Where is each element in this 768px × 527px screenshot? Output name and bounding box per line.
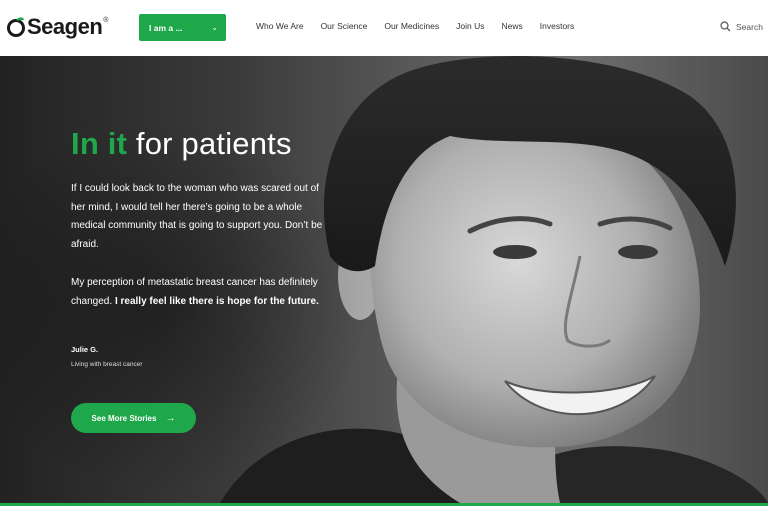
i-am-a-dropdown[interactable]: I am a ... ⌄: [139, 14, 226, 41]
site-header: Seagen ® I am a ... ⌄ Who We Are Our Sci…: [0, 0, 768, 56]
quote-author-subtitle: Living with breast cancer: [71, 361, 143, 368]
headline-rest: for patients: [127, 126, 292, 161]
nav-our-medicines[interactable]: Our Medicines: [384, 21, 439, 31]
nav-news[interactable]: News: [502, 21, 523, 31]
search-label: Search: [736, 21, 763, 32]
search-icon: [720, 21, 731, 32]
hero-headline: In it for patients: [71, 126, 292, 162]
search-button[interactable]: Search: [720, 21, 763, 32]
see-more-stories-button[interactable]: See More Stories →: [71, 403, 196, 433]
quote-author: Julie G.: [71, 345, 99, 354]
main-nav: Who We Are Our Science Our Medicines Joi…: [256, 21, 574, 31]
nav-who-we-are[interactable]: Who We Are: [256, 21, 304, 31]
hero-quote-1: If I could look back to the woman who wa…: [71, 183, 323, 250]
cta-label: See More Stories: [91, 413, 157, 423]
seagen-logo-icon: [7, 17, 25, 37]
chevron-down-icon: ⌄: [211, 23, 218, 32]
arrow-right-icon: →: [165, 412, 176, 424]
page-below-hero: [0, 506, 768, 527]
headline-accent: In it: [71, 126, 128, 161]
nav-join-us[interactable]: Join Us: [456, 21, 484, 31]
hero-quote-2: My perception of metastatic breast cance…: [71, 274, 331, 311]
hero-section: In it for patients If I could look back …: [0, 56, 768, 503]
nav-investors[interactable]: Investors: [540, 21, 575, 31]
quote-2-bold: I really feel like there is hope for the…: [114, 295, 319, 307]
logo-text: Seagen: [27, 14, 103, 39]
i-am-a-label: I am a ...: [149, 22, 183, 33]
logo-trademark: ®: [103, 17, 109, 24]
seagen-logo[interactable]: Seagen ®: [6, 14, 108, 40]
nav-our-science[interactable]: Our Science: [321, 21, 368, 31]
